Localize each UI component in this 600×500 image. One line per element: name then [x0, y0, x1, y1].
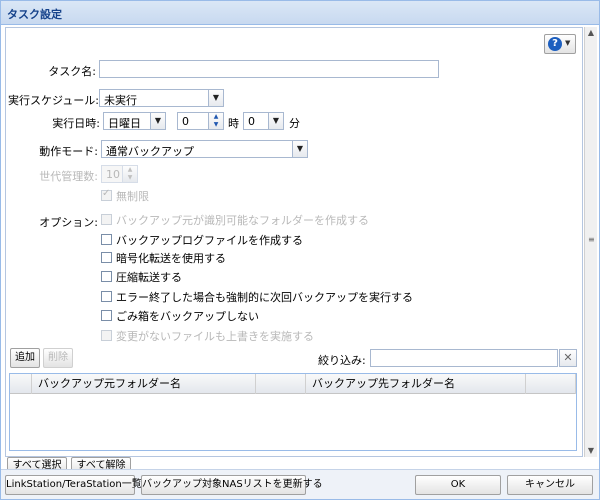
chevron-down-icon: ▼	[565, 39, 571, 47]
grid-header-source-folder[interactable]: バックアップ元フォルダー名	[32, 374, 256, 394]
task-name-label: タスク名:	[48, 65, 96, 78]
generations-label: 世代管理数:	[39, 170, 98, 183]
delete-button[interactable]: 削除	[43, 348, 73, 368]
scroll-grip-icon[interactable]: ≡	[588, 235, 595, 244]
option-checkbox-encrypted-transfer[interactable]	[101, 252, 112, 263]
folder-grid: バックアップ元フォルダー名 バックアップ先フォルダー名	[9, 373, 577, 451]
mode-select[interactable]: 通常バックアップ	[101, 140, 293, 158]
option-checkbox-force-next-backup[interactable]	[101, 291, 112, 302]
grid-header-destination-folder[interactable]: バックアップ先フォルダー名	[306, 374, 526, 394]
unlimited-label: 無制限	[116, 190, 149, 203]
schedule-dropdown-trigger[interactable]: ▼	[208, 89, 224, 107]
clear-filter-button[interactable]: ✕	[559, 349, 577, 367]
day-select[interactable]: 日曜日	[103, 112, 151, 130]
grid-header-spacer	[256, 374, 306, 394]
window-titlebar: タスク設定	[1, 1, 599, 25]
scroll-down-icon[interactable]: ▼	[585, 445, 597, 457]
scroll-up-icon[interactable]: ▲	[585, 27, 597, 39]
option-checkbox-overwrite-unchanged[interactable]	[101, 330, 112, 341]
option-checkbox-source-folder[interactable]	[101, 214, 112, 225]
hour-unit-label: 時	[228, 117, 239, 130]
chevron-down-icon: ▼	[212, 93, 220, 102]
option-label-source-folder: バックアップ元が識別可能なフォルダーを作成する	[116, 214, 369, 227]
window-title: タスク設定	[7, 8, 62, 21]
mode-label: 動作モード:	[39, 145, 98, 158]
refresh-nas-list-button[interactable]: バックアップ対象NASリストを更新する	[141, 475, 323, 495]
minute-select[interactable]: 0	[243, 112, 269, 130]
option-label-skip-trash: ごみ箱をバックアップしない	[116, 310, 259, 323]
help-button[interactable]: ? ▼	[544, 34, 576, 54]
generations-spinner[interactable]: ▲ ▼	[122, 165, 138, 183]
grid-header-spacer	[10, 374, 32, 394]
option-label-compressed-transfer: 圧縮転送する	[116, 271, 182, 284]
run-time-label: 実行日時:	[52, 117, 100, 130]
hour-input[interactable]: 0	[177, 112, 209, 130]
day-dropdown-trigger[interactable]: ▼	[150, 112, 166, 130]
option-checkbox-skip-trash[interactable]	[101, 310, 112, 321]
mode-dropdown-trigger[interactable]: ▼	[292, 140, 308, 158]
add-button[interactable]: 追加	[10, 348, 40, 368]
grid-header-spacer	[526, 374, 576, 394]
question-icon: ?	[548, 37, 562, 51]
spin-down-icon: ▼	[127, 174, 133, 181]
vertical-scrollbar[interactable]: ▲ ≡ ▼	[584, 27, 597, 457]
unlimited-checkbox[interactable]	[101, 188, 112, 201]
minute-unit-label: 分	[289, 117, 300, 130]
option-label-overwrite-unchanged: 変更がないファイルも上書きを実施する	[116, 330, 314, 343]
option-label-force-next-backup: エラー終了した場合も強制的に次回バックアップを実行する	[116, 291, 413, 304]
option-checkbox-compressed-transfer[interactable]	[101, 271, 112, 282]
task-settings-window: タスク設定 ? ▼ タスク名: 実行スケジュール: 未実行 ▼ 実行日時: 日曜…	[0, 0, 600, 500]
chevron-down-icon: ▼	[272, 116, 280, 125]
grid-header: バックアップ元フォルダー名 バックアップ先フォルダー名	[10, 374, 576, 394]
spin-up-icon: ▲	[127, 166, 133, 173]
hour-spinner[interactable]: ▲ ▼	[208, 112, 224, 130]
filter-input[interactable]	[370, 349, 558, 367]
option-label-backup-log: バックアップログファイルを作成する	[116, 234, 303, 247]
schedule-label: 実行スケジュール:	[8, 94, 99, 107]
schedule-select[interactable]: 未実行	[99, 89, 209, 107]
chevron-down-icon: ▼	[296, 144, 304, 153]
chevron-down-icon: ▼	[154, 116, 162, 125]
option-label-encrypted-transfer: 暗号化転送を使用する	[116, 252, 226, 265]
options-label: オプション:	[39, 216, 98, 229]
minute-dropdown-trigger[interactable]: ▼	[268, 112, 284, 130]
spin-down-icon[interactable]: ▼	[209, 121, 223, 129]
filter-label: 絞り込み:	[318, 354, 366, 367]
ok-button[interactable]: OK	[415, 475, 501, 495]
spin-up-icon[interactable]: ▲	[209, 113, 223, 121]
generations-input[interactable]: 10	[101, 165, 123, 183]
linkstation-list-button[interactable]: LinkStation/TeraStation一覧	[5, 475, 142, 495]
dialog-footer: LinkStation/TeraStation一覧 バックアップ対象NASリスト…	[1, 469, 599, 499]
cancel-button[interactable]: キャンセル	[507, 475, 593, 495]
close-icon: ✕	[563, 351, 573, 364]
task-name-input[interactable]	[99, 60, 439, 78]
option-checkbox-backup-log[interactable]	[101, 234, 112, 245]
